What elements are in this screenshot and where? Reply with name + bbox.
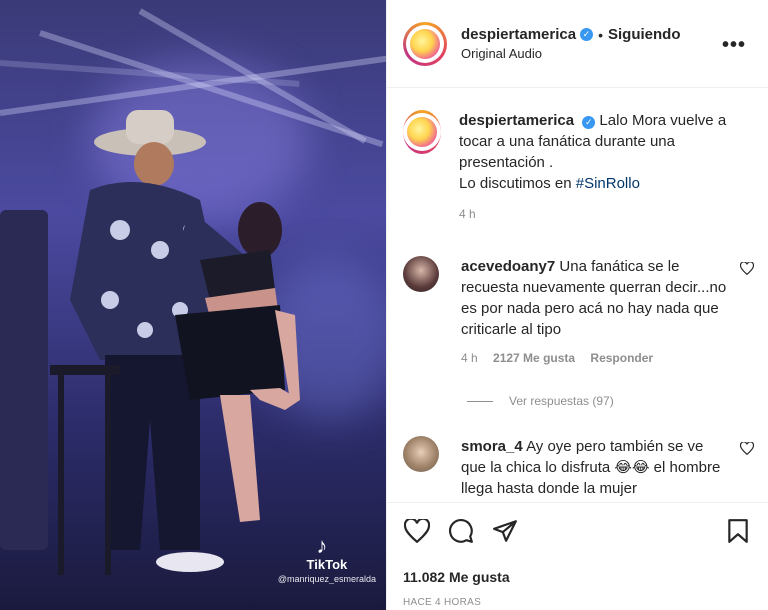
tiktok-brand: TikTok — [306, 557, 348, 572]
brand-logo-icon — [407, 117, 437, 147]
comment-username[interactable]: smora_4 — [461, 438, 523, 455]
caption-username[interactable]: despiertamerica — [459, 112, 574, 129]
like-comment-heart-icon[interactable] — [739, 261, 755, 278]
comment-username[interactable]: acevedoany7 — [461, 258, 555, 275]
separator: • — [598, 26, 603, 43]
comment-likes[interactable]: 2127 Me gusta — [493, 351, 575, 365]
tiktok-username: @manriquez_esmeralda — [277, 574, 376, 584]
post-timestamp[interactable]: HACE 4 HORAS — [403, 597, 481, 608]
avatar[interactable] — [403, 110, 441, 154]
share-paper-plane-icon[interactable] — [491, 517, 519, 545]
post-likes-count[interactable]: 11.082 Me gusta — [403, 569, 510, 585]
comment-bubble-icon[interactable] — [447, 517, 475, 545]
verified-badge-icon: ✓ — [580, 28, 594, 41]
header-username[interactable]: despiertamerica — [461, 26, 576, 43]
post-header: despiertamerica ✓ • Siguiendo Original A… — [387, 0, 768, 88]
reply-button[interactable]: Responder — [590, 351, 653, 365]
audio-label[interactable]: Original Audio — [461, 46, 680, 61]
comment-item: smora_4 Ay oye pero también se ve que la… — [403, 436, 755, 499]
following-button[interactable]: Siguiendo — [608, 26, 681, 43]
avatar[interactable] — [403, 21, 447, 66]
divider — [467, 400, 493, 402]
post-actions: 11.082 Me gusta HACE 4 HORAS — [387, 502, 768, 610]
like-heart-icon[interactable] — [403, 517, 431, 545]
post-caption: despiertamerica ✓ Lalo Mora vuelve a toc… — [403, 110, 754, 225]
post-details-panel: despiertamerica ✓ • Siguiendo Original A… — [386, 0, 768, 610]
post-video[interactable]: ♪ TikTok @manriquez_esmeralda — [0, 0, 386, 610]
avatar[interactable] — [403, 256, 439, 292]
tiktok-watermark: ♪ TikTok @manriquez_esmeralda — [277, 533, 376, 585]
avatar[interactable] — [403, 436, 439, 472]
performers-illustration — [50, 110, 300, 575]
caption-text-line2: Lo discutimos en — [459, 175, 576, 192]
tiktok-icon: ♪ — [316, 533, 328, 558]
save-bookmark-icon[interactable] — [724, 517, 752, 545]
stage-speaker — [0, 210, 48, 550]
comment-item: acevedoany7 Una fanática se le recuesta … — [403, 256, 755, 369]
hashtag-link[interactable]: #SinRollo — [576, 175, 640, 192]
like-comment-heart-icon[interactable] — [739, 441, 755, 458]
more-options-icon[interactable]: ••• — [722, 34, 746, 57]
verified-badge-icon: ✓ — [582, 116, 596, 129]
comment-time[interactable]: 4 h — [461, 351, 478, 365]
brand-logo-icon — [410, 28, 440, 59]
view-replies-label: Ver respuestas (97) — [509, 394, 614, 408]
view-replies-button[interactable]: Ver respuestas (97) — [467, 394, 614, 408]
caption-time[interactable]: 4 h — [459, 204, 754, 225]
